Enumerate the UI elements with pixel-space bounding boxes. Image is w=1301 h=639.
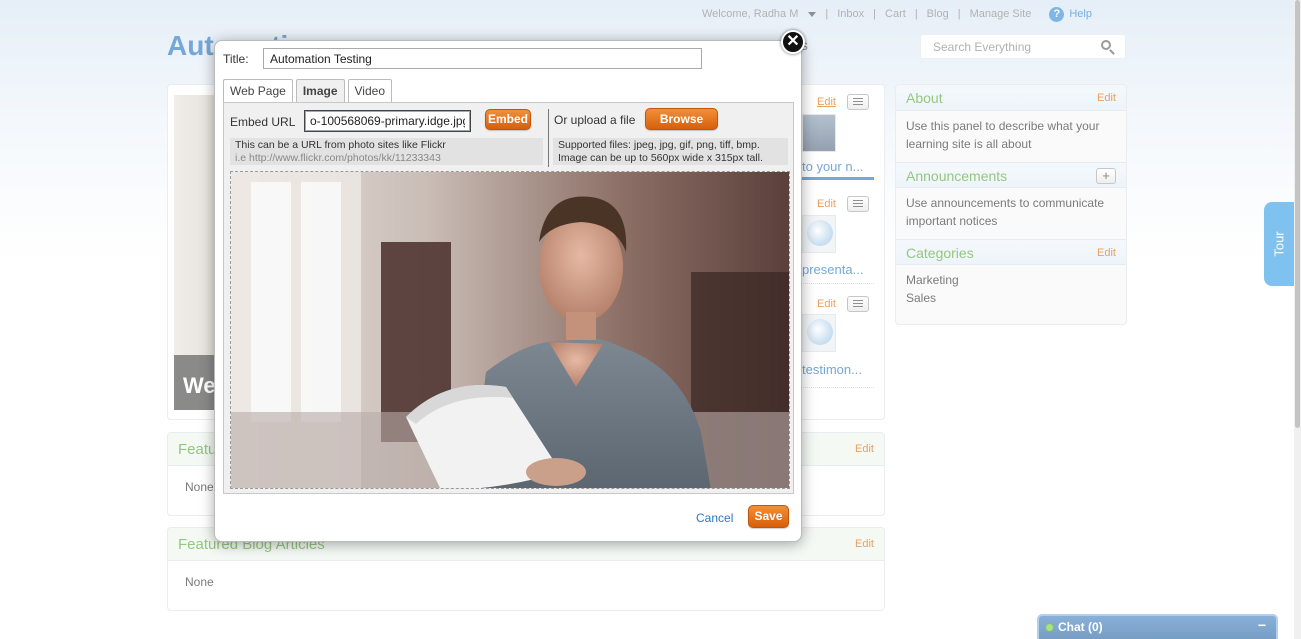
preview-photo: [231, 172, 789, 488]
embed-hint-line: This can be a URL from photo sites like …: [235, 139, 446, 151]
upload-label: Or upload a file: [554, 113, 636, 127]
browse-button[interactable]: Browse: [645, 108, 718, 130]
upload-hint-size: Image can be up to 560px wide x 315px ta…: [558, 152, 763, 164]
cancel-link[interactable]: Cancel: [696, 511, 733, 525]
embed-url-label: Embed URL: [230, 115, 296, 129]
scrollbar-thumb[interactable]: [1295, 0, 1300, 428]
media-tabs: Web Page Image Video: [223, 79, 395, 104]
embed-hint: This can be a URL from photo sites like …: [230, 138, 543, 165]
embed-url-input[interactable]: [304, 110, 471, 132]
tab-video[interactable]: Video: [347, 79, 392, 103]
divider: [548, 109, 549, 167]
embed-hint-example: i.e http://www.flickr.com/photos/kk/1123…: [235, 152, 441, 164]
upload-hint-formats: Supported files: jpeg, jpg, gif, png, ti…: [558, 139, 760, 151]
close-icon[interactable]: ✕: [781, 30, 805, 54]
title-input[interactable]: [263, 48, 702, 69]
media-dialog: Title: Web Page Image Video Embed URL Em…: [214, 40, 802, 542]
tab-image[interactable]: Image: [295, 79, 345, 104]
title-label: Title:: [223, 52, 249, 66]
image-preview: [230, 171, 790, 489]
tab-web-page[interactable]: Web Page: [223, 79, 293, 103]
embed-button[interactable]: Embed: [485, 109, 531, 130]
upload-hint: Supported files: jpeg, jpg, gif, png, ti…: [553, 138, 788, 165]
image-tab-panel: Embed URL Embed Or upload a file Browse …: [223, 102, 794, 494]
page-scrollbar[interactable]: [1294, 0, 1301, 639]
save-button[interactable]: Save: [748, 505, 789, 528]
